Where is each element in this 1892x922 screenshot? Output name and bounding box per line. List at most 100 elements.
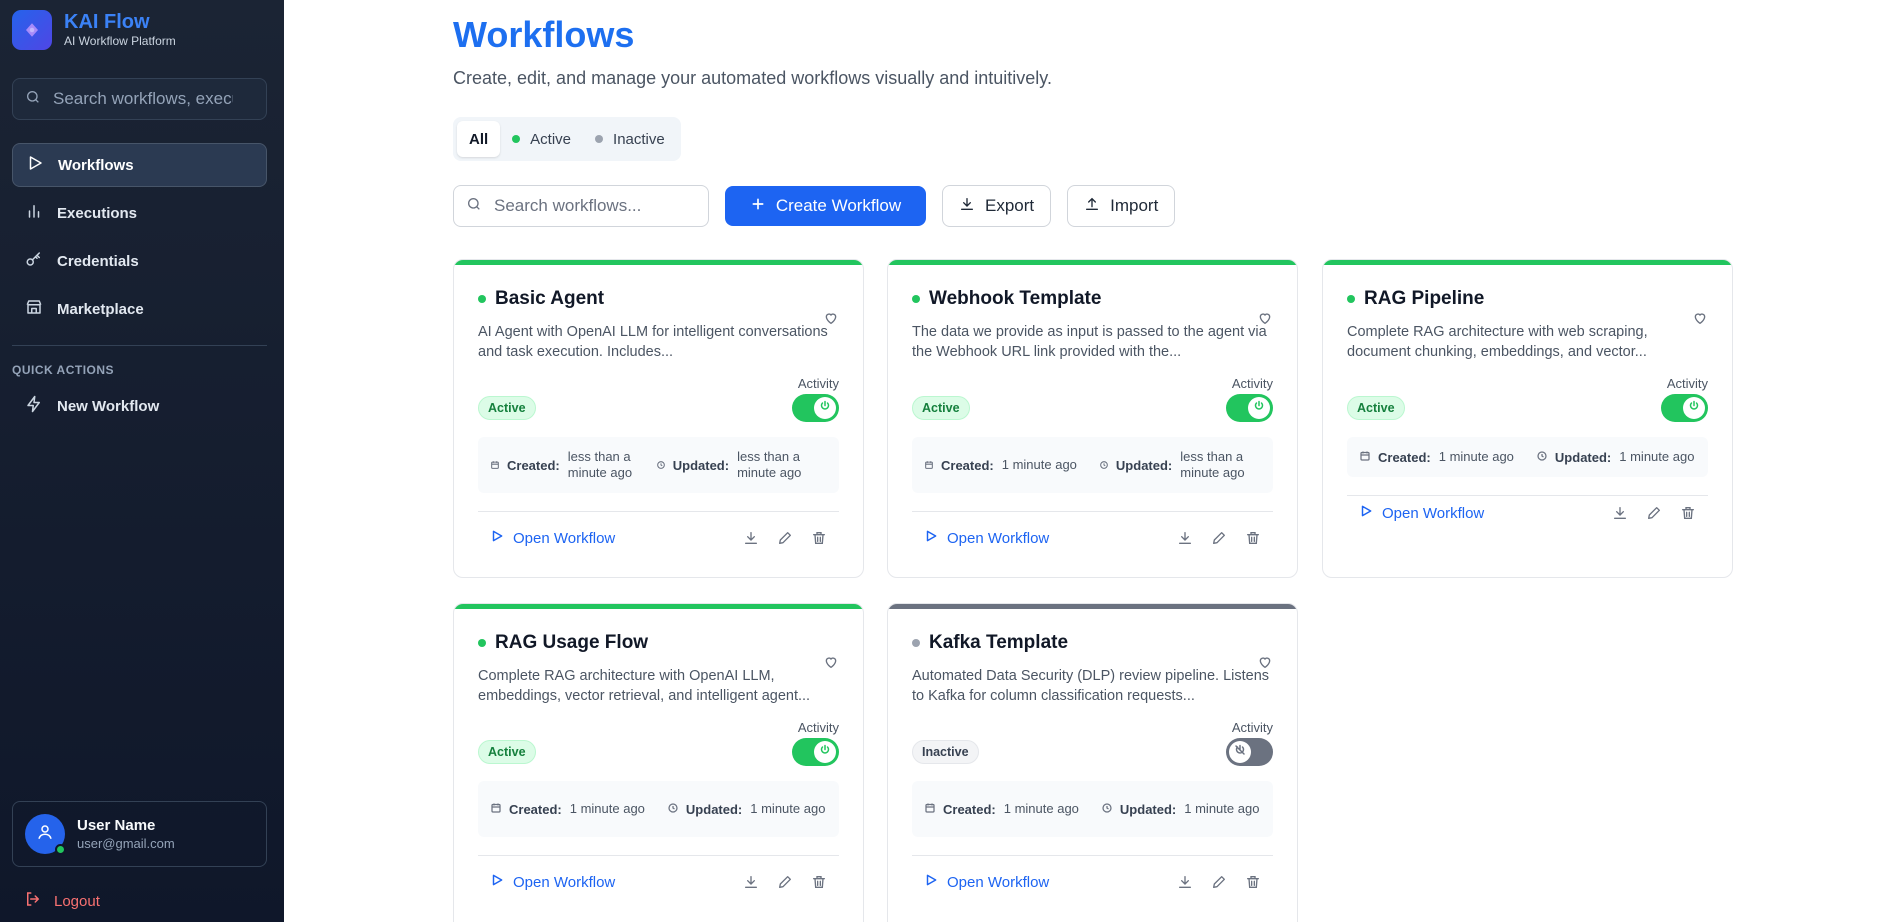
status-dot — [912, 639, 920, 647]
filter-tab-inactive[interactable]: Inactive — [583, 121, 677, 157]
logout-icon — [24, 890, 42, 912]
status-bar — [454, 260, 863, 265]
open-workflow-link[interactable]: Open Workflow — [924, 529, 1049, 547]
workflow-description: Automated Data Security (DLP) review pip… — [912, 668, 1270, 704]
workflow-card: Basic Agent AI Agent with OpenAI LLM for… — [453, 259, 864, 578]
search-icon — [25, 89, 41, 110]
clock-icon — [1536, 450, 1548, 465]
online-status-dot — [55, 844, 66, 855]
sidebar-item-credentials[interactable]: Credentials — [12, 239, 267, 283]
status-badge: Active — [478, 396, 536, 420]
workflow-title: Webhook Template — [929, 288, 1102, 309]
sidebar-item-executions[interactable]: Executions — [12, 191, 267, 235]
sidebar-item-label: Credentials — [57, 252, 139, 270]
open-workflow-link[interactable]: Open Workflow — [490, 529, 615, 547]
updated-value: less than a minute ago — [1180, 449, 1245, 480]
edit-icon[interactable] — [777, 874, 793, 890]
workflow-meta: Created: 1 minute ago Updated: 1 minute … — [912, 781, 1273, 837]
open-workflow-link[interactable]: Open Workflow — [490, 873, 615, 891]
activity-toggle[interactable] — [1226, 738, 1273, 766]
activity-toggle[interactable] — [792, 738, 839, 766]
activity-toggle[interactable] — [1226, 394, 1273, 422]
favorite-heart-icon[interactable] — [1257, 654, 1273, 675]
lightning-icon — [25, 395, 43, 417]
sidebar-search-input[interactable] — [53, 89, 233, 109]
sidebar-item-workflows[interactable]: Workflows — [12, 143, 267, 187]
activity-label: Activity — [1231, 720, 1273, 735]
play-icon — [1359, 504, 1373, 522]
user-name: User Name — [77, 817, 156, 834]
filter-tab-all[interactable]: All — [457, 121, 501, 157]
edit-icon[interactable] — [1211, 530, 1227, 546]
download-icon[interactable] — [1177, 874, 1193, 890]
edit-icon[interactable] — [1646, 505, 1662, 521]
filter-tab-label: Inactive — [613, 130, 665, 148]
workflow-meta: Created: 1 minute ago Updated: less than… — [912, 437, 1273, 493]
download-icon — [959, 196, 975, 217]
download-icon[interactable] — [743, 874, 759, 890]
key-icon — [25, 250, 43, 272]
favorite-heart-icon[interactable] — [1257, 310, 1273, 331]
workflow-meta: Created: less than a minute ago Updated:… — [478, 437, 839, 493]
download-icon[interactable] — [743, 530, 759, 546]
calendar-icon — [490, 802, 502, 817]
favorite-heart-icon[interactable] — [823, 654, 839, 675]
toolbar: Create Workflow Export Import — [453, 185, 1176, 227]
status-dot — [478, 295, 486, 303]
open-workflow-link[interactable]: Open Workflow — [1359, 504, 1484, 522]
quick-action-new-workflow[interactable]: New Workflow — [12, 384, 267, 428]
export-button[interactable]: Export — [942, 185, 1052, 227]
created-label: Created: — [509, 801, 562, 817]
updated-label: Updated: — [1115, 457, 1173, 473]
status-dot — [478, 639, 486, 647]
workflow-description: AI Agent with OpenAI LLM for intelligent… — [478, 324, 828, 360]
delete-icon[interactable] — [811, 530, 827, 546]
create-workflow-button[interactable]: Create Workflow — [725, 186, 926, 226]
play-icon — [490, 529, 504, 547]
download-icon[interactable] — [1612, 505, 1628, 521]
created-value: 1 minute ago — [569, 801, 645, 816]
edit-icon[interactable] — [1211, 874, 1227, 890]
delete-icon[interactable] — [1245, 530, 1261, 546]
user-card[interactable]: User Name user@gmail.com — [12, 801, 267, 867]
delete-icon[interactable] — [1680, 505, 1696, 521]
delete-icon[interactable] — [1245, 874, 1261, 890]
import-button[interactable]: Import — [1067, 185, 1176, 227]
power-off-icon — [1234, 743, 1246, 761]
activity-toggle[interactable] — [792, 394, 839, 422]
filter-tab-label: Active — [530, 130, 572, 148]
filter-tab-active[interactable]: Active — [500, 121, 583, 157]
favorite-heart-icon[interactable] — [823, 310, 839, 331]
workflow-description: Complete RAG architecture with OpenAI LL… — [478, 668, 811, 704]
activity-label: Activity — [797, 720, 839, 735]
calendar-icon — [1359, 450, 1371, 465]
workflow-search — [453, 185, 709, 227]
upload-icon — [1084, 196, 1100, 217]
clock-icon — [1099, 458, 1109, 473]
edit-icon[interactable] — [777, 530, 793, 546]
workflow-search-input[interactable] — [494, 196, 694, 216]
activity-label: Activity — [1666, 376, 1708, 391]
play-icon — [924, 529, 938, 547]
created-label: Created: — [1378, 449, 1431, 465]
sidebar-item-marketplace[interactable]: Marketplace — [12, 287, 267, 331]
calendar-icon — [924, 802, 936, 817]
logout-button[interactable]: Logout — [24, 890, 100, 912]
download-icon[interactable] — [1177, 530, 1193, 546]
activity-toggle[interactable] — [1661, 394, 1708, 422]
workflow-meta: Created: 1 minute ago Updated: 1 minute … — [1347, 437, 1708, 477]
delete-icon[interactable] — [811, 874, 827, 890]
play-icon — [490, 873, 504, 891]
open-workflow-label: Open Workflow — [513, 529, 616, 547]
open-workflow-link[interactable]: Open Workflow — [924, 873, 1049, 891]
brand[interactable]: KAI Flow AI Workflow Platform — [12, 10, 176, 50]
favorite-heart-icon[interactable] — [1692, 310, 1708, 331]
page-subtitle: Create, edit, and manage your automated … — [453, 68, 1052, 88]
bar-chart-icon — [25, 202, 43, 224]
updated-value: 1 minute ago — [750, 801, 826, 816]
status-bar — [1323, 260, 1732, 265]
sidebar: KAI Flow AI Workflow Platform Workflows … — [0, 0, 284, 922]
sidebar-item-label: Marketplace — [57, 300, 144, 318]
workflow-description: The data we provide as input is passed t… — [912, 324, 1267, 360]
logo-icon — [12, 10, 52, 50]
